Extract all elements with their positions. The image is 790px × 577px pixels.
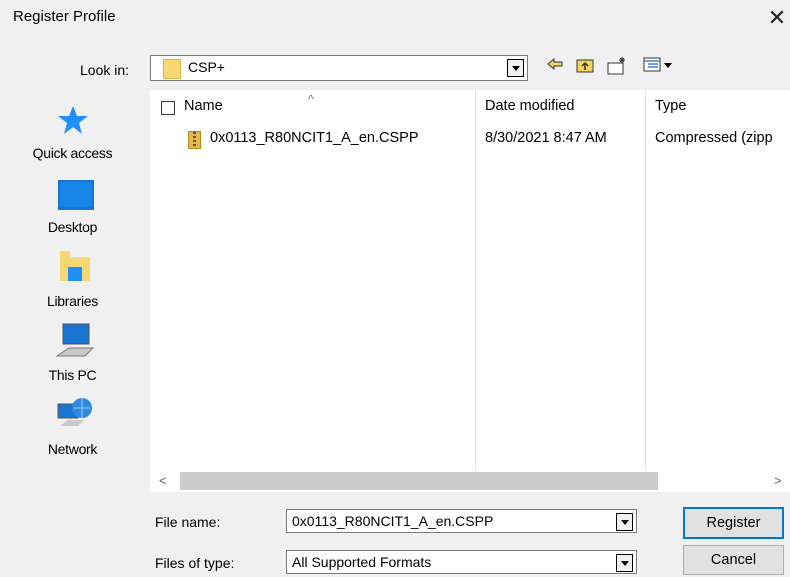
- close-button[interactable]: ✕: [764, 4, 790, 32]
- place-label: Libraries: [47, 293, 98, 309]
- up-folder-icon[interactable]: [574, 56, 596, 78]
- chevron-down-icon[interactable]: [616, 513, 633, 531]
- close-icon: ✕: [767, 5, 787, 30]
- file-type-value: All Supported Formats: [292, 554, 432, 570]
- libraries-icon: [60, 249, 90, 286]
- zip-file-icon: [188, 131, 201, 149]
- window-title: Register Profile: [13, 8, 116, 25]
- this-pc-icon: [55, 322, 95, 363]
- sort-ascending-icon: ^: [308, 92, 314, 106]
- desktop-icon: [57, 178, 95, 215]
- column-header-date[interactable]: Date modified: [485, 98, 574, 114]
- look-in-dropdown[interactable]: CSP+: [150, 55, 528, 81]
- scrollbar-thumb[interactable]: [180, 472, 658, 490]
- file-name-field[interactable]: 0x0113_R80NCIT1_A_en.CSPP: [286, 509, 637, 533]
- new-folder-icon[interactable]: [606, 56, 628, 78]
- file-type-select[interactable]: All Supported Formats: [286, 550, 637, 574]
- network-icon: [56, 394, 94, 435]
- file-type-label: Files of type:: [155, 555, 235, 571]
- horizontal-scrollbar[interactable]: < >: [150, 470, 790, 492]
- file-date-cell: 8/30/2021 8:47 AM: [485, 130, 607, 146]
- file-name-value: 0x0113_R80NCIT1_A_en.CSPP: [292, 513, 494, 529]
- place-label: Quick access: [32, 145, 113, 161]
- quick-access-icon: [57, 104, 89, 139]
- column-header-name[interactable]: Name: [184, 98, 223, 114]
- place-label: Desktop: [47, 219, 98, 235]
- register-button[interactable]: Register: [683, 507, 784, 539]
- view-menu-icon[interactable]: [640, 56, 676, 78]
- scroll-right-icon[interactable]: >: [774, 470, 782, 492]
- look-in-value: CSP+: [188, 59, 225, 75]
- place-label: This PC: [48, 367, 97, 383]
- file-name-cell: 0x0113_R80NCIT1_A_en.CSPP: [210, 130, 419, 146]
- folder-icon: [163, 59, 181, 79]
- file-row[interactable]: 0x0113_R80NCIT1_A_en.CSPP 8/30/2021 8:47…: [150, 130, 790, 152]
- chevron-down-icon[interactable]: [616, 554, 633, 572]
- file-type-cell: Compressed (zipp: [655, 130, 773, 146]
- select-all-checkbox[interactable]: [161, 101, 175, 115]
- file-name-label: File name:: [155, 514, 221, 530]
- back-icon[interactable]: [544, 56, 566, 78]
- look-in-label: Look in:: [80, 62, 130, 78]
- place-label: Network: [47, 441, 98, 457]
- places-bar: Quick access Desktop Libraries This PC N…: [0, 84, 145, 504]
- file-list[interactable]: ^ Name Date modified Type 0x0113_R80NCIT…: [150, 90, 790, 470]
- chevron-down-icon[interactable]: [507, 59, 524, 77]
- column-header-type[interactable]: Type: [655, 98, 686, 114]
- scroll-left-icon[interactable]: <: [159, 470, 167, 492]
- cancel-button[interactable]: Cancel: [683, 545, 784, 575]
